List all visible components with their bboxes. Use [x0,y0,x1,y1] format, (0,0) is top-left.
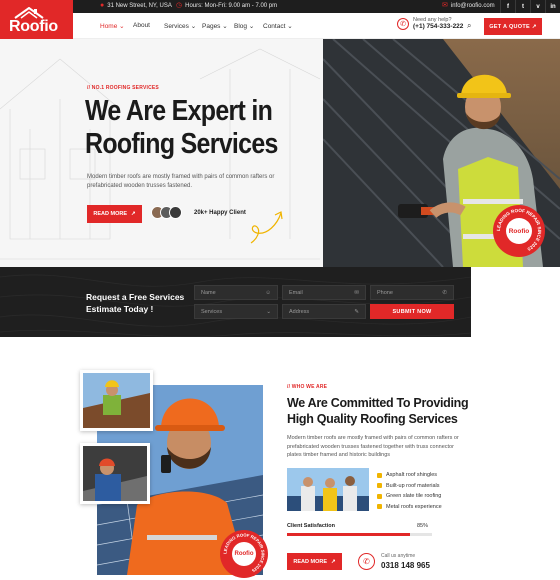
request-title: Request a Free Services Estimate Today ! [86,292,185,314]
hero-tag: // NO.1 ROOFING SERVICES [87,85,159,91]
social-links: f t v in [500,0,560,13]
check-icon [377,504,382,510]
user-icon: ☺ [265,289,271,296]
main-nav: Home ⌄ About Services ⌄ Pages ⌄ Blog ⌄ C… [0,13,560,39]
name-input[interactable]: Name ☺ [194,285,278,300]
feature-list: Asphalt roof shingles Built-up roof mate… [377,470,442,512]
hero-read-more-button[interactable]: READ MORE ↗ [87,205,142,223]
about-badge-logo: Roofio [232,542,256,566]
team-thumbnail [287,468,369,511]
hero-description: Modern timber roofs are mostly framed wi… [87,174,275,189]
nav-blog[interactable]: Blog ⌄ [234,22,254,30]
hero-title: We Are Expert in Roofing Services [85,95,278,160]
curved-arrow-icon [250,211,283,244]
vimeo-icon[interactable]: v [530,0,545,13]
hero-worker-photo: LEADING ROOF REPAIR SINCE 2025 Roofio [323,39,560,267]
who-description: Modern timber roofs are mostly framed wi… [287,435,459,458]
address-info: ● 31 New Street, NY, USA [100,2,172,9]
top-bar: ● 31 New Street, NY, USA ◷ Hours: Mon-Fr… [0,0,560,13]
location-pin-icon: ● [100,2,105,9]
about-read-more-button[interactable]: READ MORE ↗ [287,553,342,570]
nav-contact[interactable]: Contact ⌄ [263,22,293,30]
satisfaction-progress [287,533,432,536]
email-text[interactable]: info@roofio.com [451,3,495,9]
logo[interactable]: Roofio [0,0,73,39]
logo-text: Roofio [9,18,58,35]
satisfaction-value: 85% [417,523,429,529]
help-phone[interactable]: (+1) 754-333-222 [413,23,463,30]
list-item: Metal roofs experience [377,502,442,513]
facebook-icon[interactable]: f [500,0,515,13]
check-icon [377,493,382,499]
badge-logo: Roofio [506,218,532,244]
about-photo-small-1 [80,370,153,431]
phone-icon: ✆ [442,289,447,296]
roofio-badge: LEADING ROOF REPAIR SINCE 2025 Roofio [493,205,545,257]
list-item: Asphalt roof shingles [377,470,442,481]
happy-client-count: 20k+ Happy Client [194,210,246,216]
team-image [287,468,369,511]
call-number[interactable]: 0318 148 965 [381,561,430,570]
about-photo-small-2 [80,443,150,504]
check-icon [377,472,382,478]
services-select[interactable]: Services ⌄ [194,304,278,319]
hours-text: Hours: Mon-Fri: 9.00 am - 7.00 pm [185,2,278,9]
phone-icon: ✆ [397,17,409,30]
client-avatars [151,206,182,219]
arrow-icon: ↗ [131,211,136,217]
mail-icon: ✉ [442,2,448,9]
who-tag: // WHO WE ARE [287,384,328,390]
search-icon[interactable]: ⌕ [467,21,471,31]
check-icon [377,483,382,489]
submit-button[interactable]: SUBMIT NOW [370,304,454,319]
address-text: 31 New Street, NY, USA [107,2,172,9]
nav-home[interactable]: Home ⌄ [100,22,125,30]
get-quote-button[interactable]: GET A QUOTE ↗ [484,18,542,35]
email-input[interactable]: Email ✉ [282,285,366,300]
email-info[interactable]: ✉ info@roofio.com [442,2,495,9]
help-contact[interactable]: ✆ Need any help? (+1) 754-333-222 [397,17,463,30]
chevron-down-icon: ⌄ [266,308,271,315]
arrow-icon: ↗ [331,558,336,565]
avatar [169,206,182,219]
hours-info: ◷ Hours: Mon-Fri: 9.00 am - 7.00 pm [176,2,277,9]
topo-pattern [0,274,471,337]
satisfaction-progress-fill [287,533,411,536]
workers-roof-image [83,373,150,428]
nav-pages[interactable]: Pages ⌄ [202,22,228,30]
linkedin-icon[interactable]: in [545,0,560,13]
about-roofio-badge: LEADING ROOF REPAIR SINCE 2025 Roofio [220,530,268,578]
phone-input[interactable]: Phone ✆ [370,285,454,300]
list-item: Built-up roof materials [377,481,442,492]
list-item: Green slate tile roofing [377,491,442,502]
pencil-icon: ✎ [354,308,359,315]
twitter-icon[interactable]: t [515,0,530,13]
request-estimate-band: Request a Free Services Estimate Today ! [0,267,471,337]
clock-icon: ◷ [176,2,183,9]
address-input[interactable]: Address ✎ [282,304,366,319]
nav-services[interactable]: Services ⌄ [164,22,196,30]
call-icon[interactable]: ✆ [358,553,375,570]
mail-icon: ✉ [354,289,359,296]
nav-about[interactable]: About [133,22,150,29]
satisfaction-label: Client Satisfaction [287,523,335,529]
who-title: We Are Committed To Providing High Quali… [287,396,469,426]
call-label: Call us anytime [381,553,416,559]
worker-solar-image [83,446,147,501]
